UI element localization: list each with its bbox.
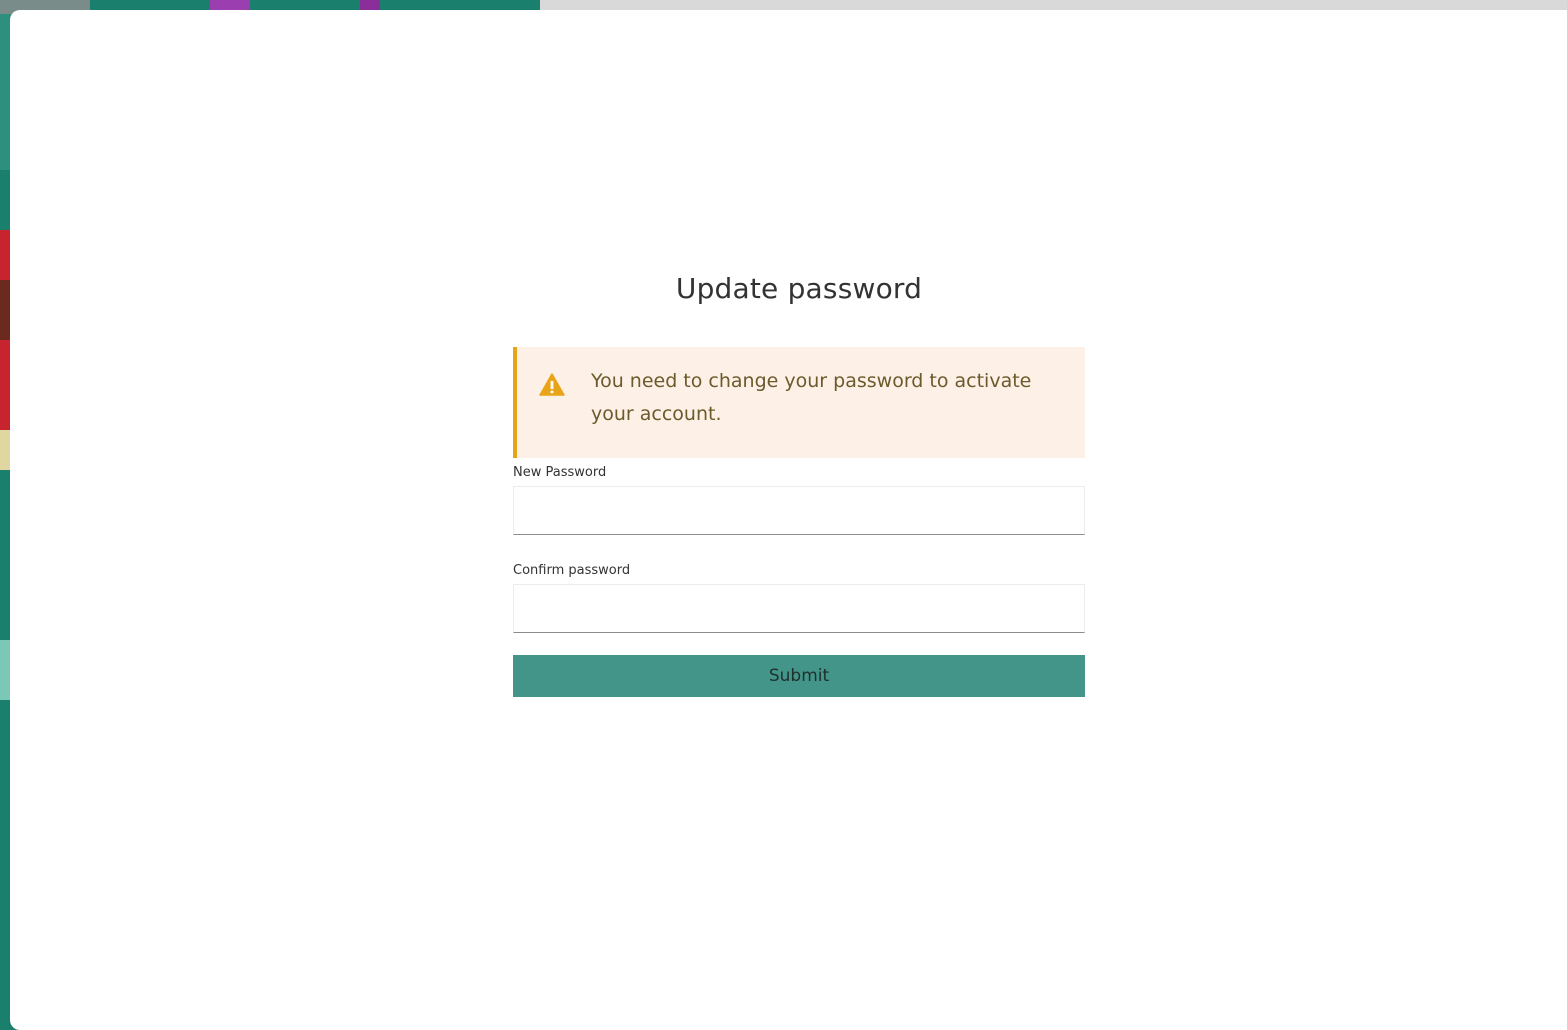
warning-alert: You need to change your password to acti…	[513, 347, 1085, 458]
background-top-bar	[540, 0, 1567, 10]
main-panel: Update password You need to change your …	[10, 10, 1567, 1030]
alert-message: You need to change your password to acti…	[591, 370, 1032, 425]
confirm-password-label: Confirm password	[513, 563, 631, 578]
confirm-password-input[interactable]	[513, 584, 1085, 633]
update-password-form: Update password You need to change your …	[513, 272, 1085, 697]
warning-triangle-icon	[539, 373, 565, 396]
new-password-label: New Password	[513, 465, 607, 480]
submit-button[interactable]: Submit	[513, 655, 1085, 697]
page-title: Update password	[675, 272, 923, 305]
new-password-input[interactable]	[513, 486, 1085, 535]
